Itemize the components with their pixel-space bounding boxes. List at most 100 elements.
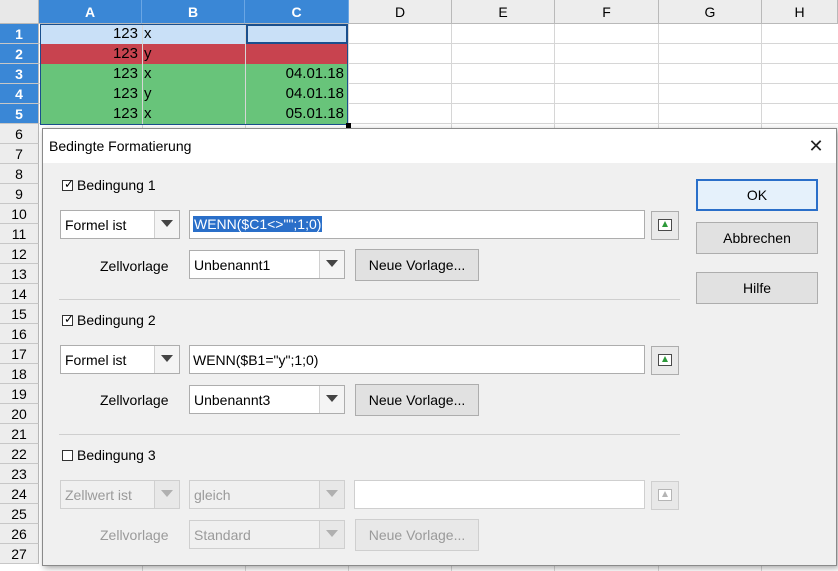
row-header-20[interactable]: 20 [0,404,39,424]
condition-3-type-value: Zellwert ist [65,487,132,503]
separator [59,434,680,435]
ok-button[interactable]: OK [696,179,818,211]
cell-b2[interactable]: y [143,44,245,64]
check-mark-icon: ✓ [64,312,75,326]
row-header-26[interactable]: 26 [0,524,39,544]
row-header-24[interactable]: 24 [0,484,39,504]
condition-3-checkbox[interactable] [62,450,73,461]
column-header-h[interactable]: H [762,0,838,24]
chevron-down-icon [154,211,179,238]
column-header-b[interactable]: B [142,0,245,24]
condition-3-operator-value: gleich [194,487,231,503]
dialog-title: Bedingte Formatierung [49,138,192,154]
row-header-8[interactable]: 8 [0,164,39,184]
condition-1-label: Bedingung 1 [77,177,156,193]
chevron-down-icon [319,251,344,278]
row-header-6[interactable]: 6 [0,124,39,144]
row-header-10[interactable]: 10 [0,204,39,224]
condition-3-style-value: Standard [194,527,251,543]
row-header-16[interactable]: 16 [0,324,39,344]
cell-c5[interactable]: 05.01.18 [246,104,348,124]
row-header-18[interactable]: 18 [0,364,39,384]
row-header-5[interactable]: 5 [0,104,39,124]
cell-a1[interactable]: 123 [40,24,142,44]
condition-2-checkbox[interactable]: ✓ [62,312,75,326]
row-header-9[interactable]: 9 [0,184,39,204]
cell-c1[interactable] [246,24,348,44]
row-header-4[interactable]: 4 [0,84,39,104]
cell-c3[interactable]: 04.01.18 [246,64,348,84]
condition-2-shrink-button[interactable] [651,346,679,375]
column-header-a[interactable]: A [39,0,142,24]
row-header-19[interactable]: 19 [0,384,39,404]
row-header-17[interactable]: 17 [0,344,39,364]
row-header-22[interactable]: 22 [0,444,39,464]
condition-2-formula-value: WENN($B1="y";1;0) [193,352,319,368]
cell-b5[interactable]: x [143,104,245,124]
condition-2-style-label: Zellvorlage [100,392,169,408]
select-all-corner[interactable] [0,0,39,24]
chevron-down-icon [154,346,179,373]
shrink-pick-icon [658,219,672,231]
column-header-g[interactable]: G [659,0,762,24]
condition-3-type-select[interactable]: Zellwert ist [60,480,180,509]
cell-b1[interactable]: x [143,24,245,44]
cell-c4[interactable]: 04.01.18 [246,84,348,104]
row-header-1[interactable]: 1 [0,24,39,44]
check-mark-icon: ✓ [64,177,75,191]
condition-2-type-select[interactable]: Formel ist [60,345,180,374]
condition-2-formula-input[interactable]: WENN($B1="y";1;0) [189,345,645,374]
row-header-7[interactable]: 7 [0,144,39,164]
dialog-titlebar[interactable]: Bedingte Formatierung ✕ [43,129,836,163]
chevron-down-icon [319,386,344,413]
condition-1-formula-input[interactable]: WENN($C1<>"";1;0) [189,210,645,239]
condition-1-style-select[interactable]: Unbenannt1 [189,250,345,279]
condition-1-checkbox[interactable]: ✓ [62,177,75,191]
row-header-27[interactable]: 27 [0,544,39,564]
condition-3-value-input[interactable] [354,480,645,509]
row-header-21[interactable]: 21 [0,424,39,444]
row-header-2[interactable]: 2 [0,44,39,64]
condition-3-style-label: Zellvorlage [100,527,169,543]
cancel-button[interactable]: Abbrechen [696,222,818,254]
column-header-c[interactable]: C [245,0,349,24]
condition-2-label: Bedingung 2 [77,312,156,328]
condition-3-style-select[interactable]: Standard [189,520,345,549]
column-header-d[interactable]: D [349,0,452,24]
close-icon[interactable]: ✕ [804,135,828,157]
column-header-e[interactable]: E [452,0,555,24]
condition-1-type-select[interactable]: Formel ist [60,210,180,239]
condition-3-operator-select[interactable]: gleich [189,480,345,509]
condition-1-style-value: Unbenannt1 [194,257,271,273]
separator [59,299,680,300]
condition-3-shrink-button[interactable] [651,481,679,510]
cell-b3[interactable]: x [143,64,245,84]
row-header-14[interactable]: 14 [0,284,39,304]
row-header-3[interactable]: 3 [0,64,39,84]
row-header-11[interactable]: 11 [0,224,39,244]
shrink-pick-icon [658,489,672,501]
condition-3-new-style-button[interactable]: Neue Vorlage... [355,519,479,551]
cell-b4[interactable]: y [143,84,245,104]
condition-2-style-select[interactable]: Unbenannt3 [189,385,345,414]
cell-c2[interactable] [246,44,348,64]
condition-2-type-value: Formel ist [65,352,127,368]
condition-2-style-value: Unbenannt3 [194,392,271,408]
conditional-formatting-dialog: Bedingte Formatierung ✕ ✓ Bedingung 1 Fo… [42,128,837,566]
condition-2-new-style-button[interactable]: Neue Vorlage... [355,384,479,416]
cell-a2[interactable]: 123 [40,44,142,64]
cell-a3[interactable]: 123 [40,64,142,84]
row-header-12[interactable]: 12 [0,244,39,264]
condition-1-shrink-button[interactable] [651,211,679,240]
row-header-13[interactable]: 13 [0,264,39,284]
cell-a5[interactable]: 123 [40,104,142,124]
chevron-down-icon [319,481,344,508]
help-button[interactable]: Hilfe [696,272,818,304]
row-header-25[interactable]: 25 [0,504,39,524]
condition-1-new-style-button[interactable]: Neue Vorlage... [355,249,479,281]
cell-a4[interactable]: 123 [40,84,142,104]
row-header-23[interactable]: 23 [0,464,39,484]
row-header-15[interactable]: 15 [0,304,39,324]
column-header-f[interactable]: F [555,0,659,24]
condition-3-label: Bedingung 3 [77,447,156,463]
